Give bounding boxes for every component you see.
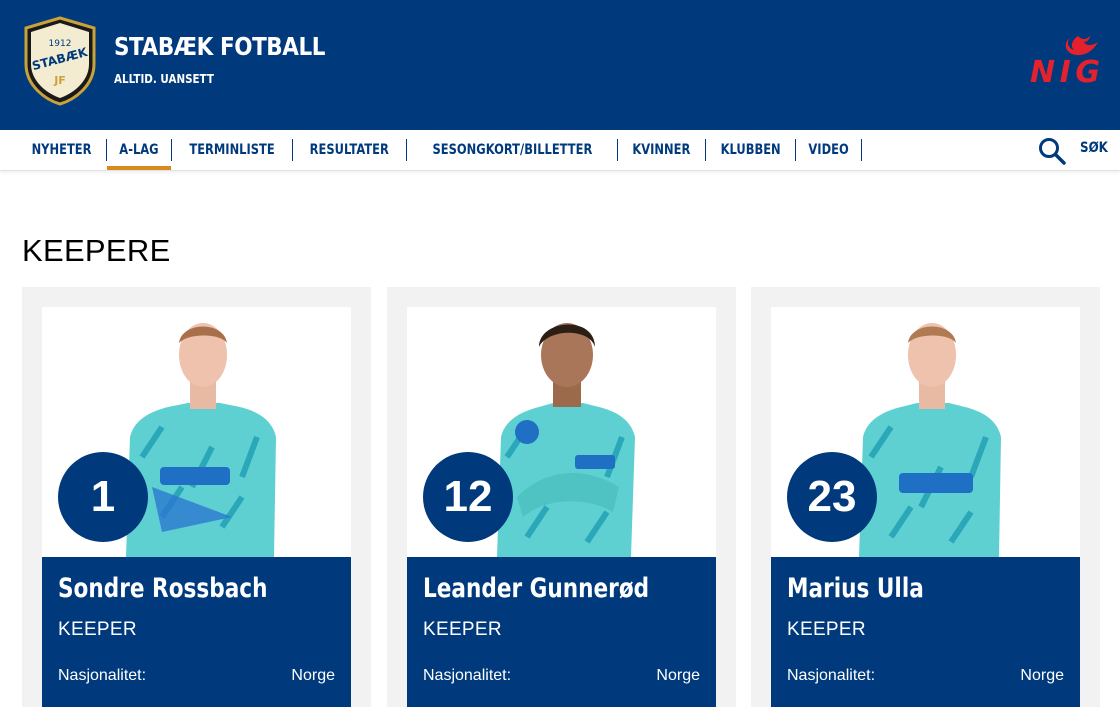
nav-item-terminliste[interactable]: TERMINLISTE [172,139,294,161]
club-logo[interactable]: 1912 STABÆK JF [22,16,98,106]
nav-list: NYHETER A-LAG TERMINLISTE RESULTATER SES… [17,139,863,170]
nationality-value: Norge [656,667,700,684]
player-info: Sondre Rossbach KEEPER Nasjonalitet: Nor… [42,557,351,707]
section-title: KEEPERE [22,233,171,268]
player-name[interactable]: Marius Ulla [787,573,924,604]
player-name[interactable]: Sondre Rossbach [58,573,267,604]
site-slogan: ALLTID. UANSETT [114,72,214,86]
nationality-label: Nasjonalitet: [58,667,147,684]
player-position: KEEPER [423,619,502,640]
player-number: 12 [423,452,513,542]
player-name[interactable]: Leander Gunnerød [423,573,649,604]
svg-text:NIG: NIG [1030,55,1100,86]
nationality-label: Nasjonalitet: [423,667,512,684]
player-position: KEEPER [58,619,137,640]
nationality-value: Norge [291,667,335,684]
player-position: KEEPER [787,619,866,640]
nav-item-resultater[interactable]: RESULTATER [293,139,407,161]
player-card-inner: 23 Marius Ulla KEEPER Nasjonalitet: Norg… [771,307,1080,707]
sponsor-logo-nig[interactable]: NIG [1028,34,1102,86]
nationality-label: Nasjonalitet: [787,667,876,684]
player-card[interactable]: 12 Leander Gunnerød KEEPER Nasjonalitet:… [387,287,736,707]
nav-item-kvinner[interactable]: KVINNER [618,139,707,161]
nav-item-nyheter[interactable]: NYHETER [17,139,108,161]
search-icon[interactable] [1038,137,1066,165]
search-button[interactable]: SØK [1080,140,1108,156]
nationality-value: Norge [1020,667,1064,684]
player-info: Leander Gunnerød KEEPER Nasjonalitet: No… [407,557,716,707]
site-header: 1912 STABÆK JF STABÆK FOTBALL ALLTID. UA… [0,0,1120,130]
svg-text:JF: JF [53,74,66,87]
player-card[interactable]: 23 Marius Ulla KEEPER Nasjonalitet: Norg… [751,287,1100,707]
nav-item-klubben[interactable]: KLUBBEN [706,139,797,161]
player-card-inner: 12 Leander Gunnerød KEEPER Nasjonalitet:… [407,307,716,707]
nav-item-video[interactable]: VIDEO [796,139,863,161]
nav-item-sesongkort[interactable]: SESONGKORT/BILLETTER [407,139,619,161]
player-number: 1 [58,452,148,542]
player-number: 23 [787,452,877,542]
site-title[interactable]: STABÆK FOTBALL [114,32,325,61]
main-nav: NYHETER A-LAG TERMINLISTE RESULTATER SES… [0,130,1120,171]
player-card-inner: 1 Sondre Rossbach KEEPER Nasjonalitet: N… [42,307,351,707]
nav-item-a-lag[interactable]: A-LAG [107,139,172,170]
player-info: Marius Ulla KEEPER Nasjonalitet: Norge [771,557,1080,707]
player-card[interactable]: 1 Sondre Rossbach KEEPER Nasjonalitet: N… [22,287,371,707]
svg-text:1912: 1912 [49,39,72,49]
